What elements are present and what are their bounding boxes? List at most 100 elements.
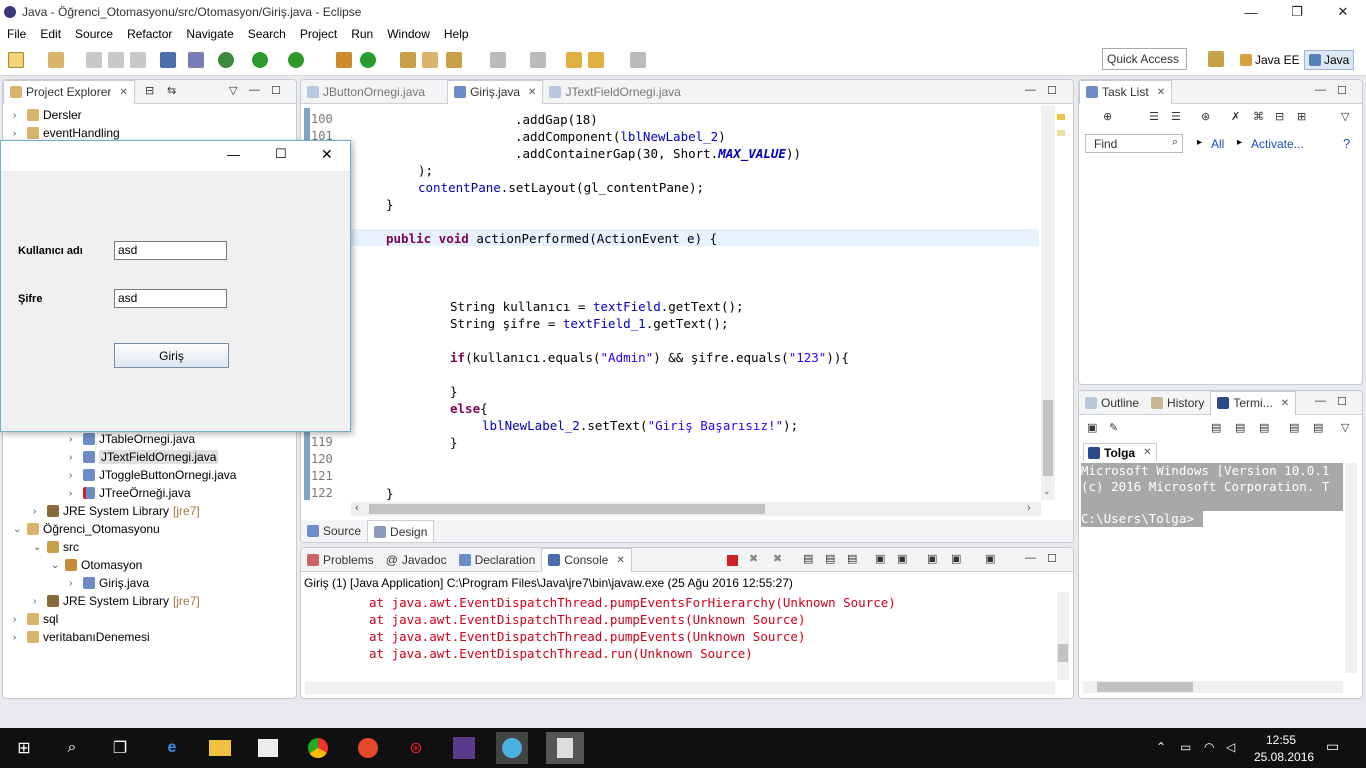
menu-window[interactable]: Window [380, 27, 437, 41]
tab-jtextfieldornegi[interactable]: JTextFieldOrnegi.java [543, 80, 686, 104]
task-marker[interactable] [1057, 130, 1065, 136]
code-line[interactable]: .addGap(18) [515, 112, 598, 127]
search-icon[interactable] [446, 52, 462, 68]
view-menu-icon[interactable]: ▣ [985, 552, 995, 565]
maximize-icon[interactable]: ☐ [1337, 395, 1347, 408]
expand-icon[interactable]: › [13, 632, 23, 643]
scheduled-icon[interactable]: ☰ [1171, 110, 1181, 123]
perspective-java-ee[interactable]: Java EE [1236, 50, 1304, 70]
focus-icon[interactable]: ⌘ [1253, 110, 1264, 123]
code-line[interactable]: else{ [450, 401, 488, 416]
code-line[interactable]: String kullanıcı = textField.getText(); [450, 299, 744, 314]
tab-declaration[interactable]: Declaration [453, 548, 542, 572]
terminate-icon[interactable] [727, 555, 738, 566]
battery-icon[interactable]: ▭ [1180, 740, 1191, 754]
tab-project-explorer[interactable]: Project Explorer ✕ [3, 80, 135, 104]
clear-console-icon[interactable]: ▤ [803, 552, 813, 565]
close-icon[interactable]: ✕ [1281, 398, 1289, 409]
close-icon[interactable]: ✕ [1143, 447, 1151, 458]
open-perspective-icon[interactable] [1208, 51, 1224, 67]
chrome-icon[interactable] [302, 732, 334, 764]
code-line[interactable]: String şifre = textField_1.getText(); [450, 316, 728, 331]
login-button[interactable]: Giriş [114, 343, 229, 368]
minimize-button[interactable]: — [1228, 0, 1274, 24]
collapse-all-icon[interactable]: ⊟ [1275, 110, 1284, 123]
code-line[interactable]: } [386, 197, 394, 212]
scroll-right-icon[interactable]: › [1027, 502, 1031, 514]
console-vertical-scrollbar[interactable] [1057, 592, 1069, 680]
encoding-icon[interactable]: ▤ [1259, 421, 1269, 434]
open-task-icon[interactable] [422, 52, 438, 68]
tree-item-sql[interactable]: › sql [13, 610, 58, 628]
filter-all-link[interactable]: All [1211, 137, 1224, 151]
menu-search[interactable]: Search [241, 27, 293, 41]
expand-icon[interactable]: › [13, 110, 23, 121]
task-find-input[interactable]: Find ⌕ [1085, 134, 1183, 153]
terminal-session-tab[interactable]: Tolga ✕ [1083, 443, 1157, 461]
notifications-icon[interactable]: ▭ [1326, 738, 1339, 755]
close-icon[interactable]: ✕ [1157, 87, 1165, 98]
username-field[interactable]: asd [114, 241, 227, 260]
new-class-icon[interactable] [360, 52, 376, 68]
password-field[interactable]: asd [114, 289, 227, 308]
collapse-all-icon[interactable]: ⊟ [145, 84, 154, 97]
display-console-icon[interactable]: ▣ [897, 552, 907, 565]
debug-icon[interactable] [218, 52, 234, 68]
link-editor-icon[interactable]: ⇆ [167, 84, 176, 97]
new-console-icon[interactable]: ▣ [927, 552, 937, 565]
code-line[interactable]: } [450, 435, 458, 450]
tab-source[interactable]: Source [301, 519, 367, 542]
app-icon-game[interactable] [448, 732, 480, 764]
scroll-thumb[interactable] [1058, 644, 1068, 662]
quick-access-input[interactable]: Quick Access [1102, 48, 1187, 70]
maximize-icon[interactable]: ☐ [271, 84, 281, 97]
code-line[interactable]: if(kullanıcı.equals("Admin") && şifre.eq… [450, 350, 849, 365]
tree-item-jtextfield[interactable]: › JTextFieldOrnegi.java [69, 448, 219, 466]
perspective-java[interactable]: Java [1304, 50, 1355, 70]
save-all-icon[interactable] [108, 52, 124, 68]
task-view-icon[interactable]: ❐ [104, 732, 136, 764]
next-icon[interactable] [630, 52, 646, 68]
scroll-thumb[interactable] [369, 504, 765, 514]
code-line[interactable]: .addContainerGap(30, Short.MAX_VALUE)) [515, 146, 801, 161]
code-line[interactable]: lblNewLabel_2.setText("Giriş Başarısız!"… [482, 418, 798, 433]
minimize-icon[interactable]: — [1025, 84, 1036, 96]
tab-console[interactable]: Console ✕ [541, 548, 632, 572]
menu-refactor[interactable]: Refactor [120, 27, 179, 41]
clock-time[interactable]: 12:55 [1266, 733, 1296, 747]
edge-icon[interactable]: e [156, 732, 188, 764]
save-icon[interactable] [86, 52, 102, 68]
print-icon[interactable] [130, 52, 146, 68]
menu-file[interactable]: File [0, 27, 33, 41]
close-icon[interactable]: ✕ [616, 555, 624, 566]
console-horizontal-scrollbar[interactable] [305, 682, 1055, 694]
menu-project[interactable]: Project [293, 27, 344, 41]
open-console-icon[interactable]: ▣ [951, 552, 961, 565]
code-line[interactable]: } [386, 486, 394, 501]
terminal-vertical-scrollbar[interactable] [1345, 463, 1357, 673]
run-icon[interactable] [252, 52, 268, 68]
minimize-icon[interactable]: — [1315, 395, 1326, 407]
view-menu-icon[interactable]: ▽ [1341, 421, 1349, 434]
code-line[interactable]: ); [418, 163, 433, 178]
dialog-close-button[interactable]: ✕ [321, 146, 333, 163]
scroll-lock-icon[interactable]: ▤ [825, 552, 835, 565]
menu-edit[interactable]: Edit [33, 27, 68, 41]
new-terminal-icon[interactable]: ▣ [1087, 421, 1097, 434]
tab-task-list[interactable]: Task List ✕ [1079, 80, 1173, 104]
expand-icon[interactable]: › [69, 470, 79, 481]
forward-icon[interactable] [588, 52, 604, 68]
menu-help[interactable]: Help [437, 27, 476, 41]
skip-breakpoints-icon[interactable] [188, 52, 204, 68]
warning-marker[interactable] [1057, 114, 1065, 120]
start-icon[interactable]: ⊞ [8, 732, 40, 764]
scroll-thumb[interactable] [1097, 682, 1193, 692]
close-icon[interactable]: ✕ [119, 87, 127, 98]
remove-launch-icon[interactable]: ✖ [749, 552, 758, 565]
scroll-lock-icon[interactable]: ▤ [1211, 421, 1221, 434]
copy-icon[interactable]: ▤ [1289, 421, 1299, 434]
expand-icon[interactable]: › [13, 614, 23, 625]
console-icon[interactable] [160, 52, 176, 68]
app-icon-daemon[interactable]: ⊛ [400, 732, 432, 764]
remove-all-icon[interactable]: ✖ [773, 552, 782, 565]
